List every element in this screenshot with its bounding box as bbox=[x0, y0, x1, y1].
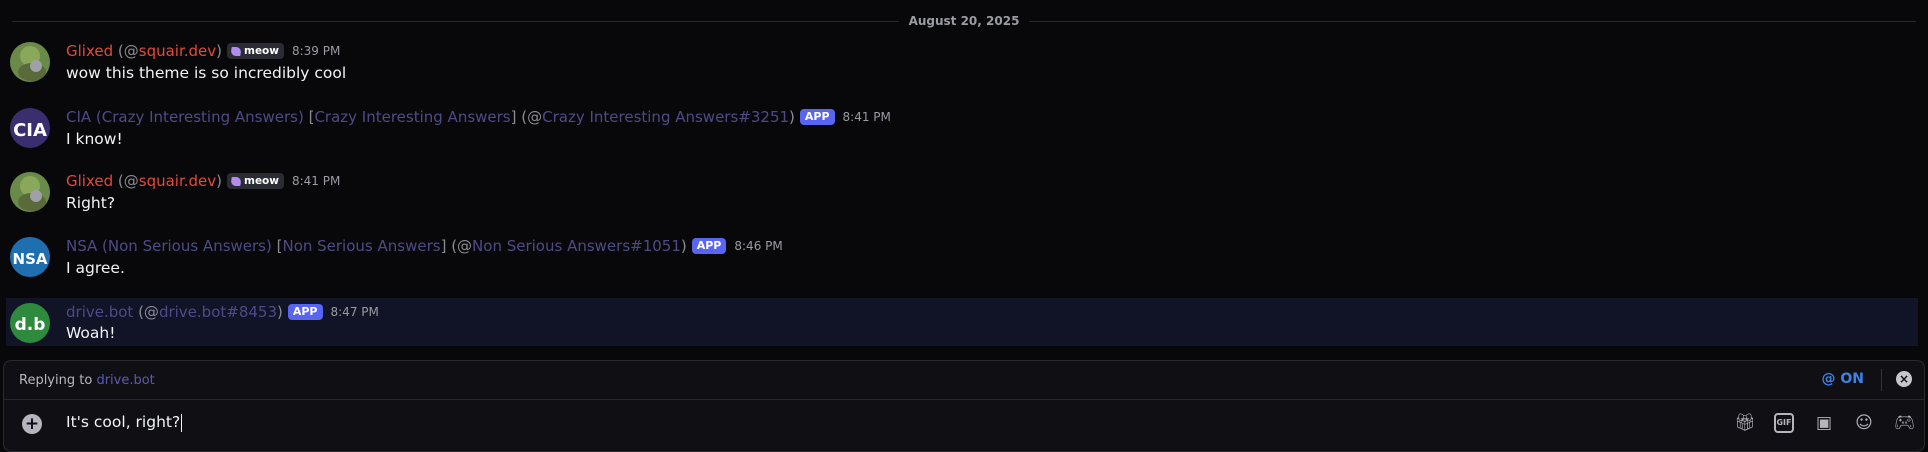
bot-server-name[interactable]: Crazy Interesting Answers bbox=[314, 108, 510, 126]
message-composer: Replying to drive.bot @ ON × + It's cool… bbox=[3, 360, 1925, 452]
handle-close: ) bbox=[216, 172, 222, 190]
username[interactable]: Glixed bbox=[66, 42, 113, 60]
mention-toggle[interactable]: @ ON bbox=[1822, 371, 1865, 387]
message[interactable]: Glixed (@ squair.dev) meow 8:41 PM Right? bbox=[0, 162, 1928, 224]
message-header: NSA (Non Serious Answers) [Non Serious A… bbox=[66, 237, 783, 255]
avatar-initials: NSA bbox=[13, 250, 48, 268]
avatar-initials: d.b bbox=[15, 315, 46, 335]
bot-display-name[interactable]: CIA (Crazy Interesting Answers) bbox=[66, 108, 304, 126]
handle-close: ) bbox=[680, 237, 687, 255]
avatar[interactable]: CIA bbox=[10, 108, 50, 148]
avatar[interactable] bbox=[10, 42, 50, 82]
app-badge: APP bbox=[691, 238, 727, 254]
handle-open: (@ bbox=[133, 303, 159, 321]
sticker-icon[interactable]: ▣ bbox=[1814, 413, 1834, 433]
date-divider: August 20, 2025 bbox=[0, 14, 1928, 28]
separator bbox=[1881, 369, 1882, 391]
handle-close: ) bbox=[216, 42, 222, 60]
clan-tag[interactable]: meow bbox=[227, 173, 284, 189]
message-text: wow this theme is so incredibly cool bbox=[66, 64, 347, 82]
message-text: Woah! bbox=[66, 324, 116, 342]
composer-buttons: 🎁︎ GIF ▣ ☺ 🎮︎ bbox=[1734, 413, 1916, 433]
message-header: drive.bot (@ drive.bot#8453) APP 8:47 PM bbox=[66, 303, 379, 321]
message-text: I agree. bbox=[66, 259, 125, 277]
close-reply-icon[interactable]: × bbox=[1896, 371, 1912, 387]
clan-tag[interactable]: meow bbox=[227, 43, 284, 59]
timestamp[interactable]: 8:39 PM bbox=[292, 44, 340, 58]
emoji-icon[interactable]: ☺ bbox=[1854, 413, 1874, 433]
reply-label: Replying to drive.bot bbox=[19, 373, 155, 388]
handle[interactable]: drive.bot#8453 bbox=[159, 303, 277, 321]
app-badge: APP bbox=[799, 109, 835, 125]
message-input[interactable]: It's cool, right? bbox=[66, 413, 183, 432]
handle[interactable]: squair.dev bbox=[139, 172, 216, 190]
gif-icon[interactable]: GIF bbox=[1774, 413, 1794, 433]
handle-open: (@ bbox=[113, 42, 139, 60]
bot-display-name[interactable]: drive.bot bbox=[66, 303, 133, 321]
clan-tag-label: meow bbox=[244, 45, 279, 57]
message[interactable]: Glixed (@ squair.dev) meow 8:39 PM wow th… bbox=[0, 32, 1928, 94]
message-header: Glixed (@ squair.dev) meow 8:39 PM bbox=[66, 42, 340, 60]
avatar[interactable]: d.b bbox=[10, 303, 50, 343]
handle[interactable]: squair.dev bbox=[139, 42, 216, 60]
handle-close: ) bbox=[789, 108, 795, 126]
message[interactable]: CIA CIA (Crazy Interesting Answers) [Cra… bbox=[0, 98, 1928, 160]
handle-open: (@ bbox=[113, 172, 139, 190]
timestamp[interactable]: 8:41 PM bbox=[292, 174, 340, 188]
handle-open: (@ bbox=[446, 237, 473, 255]
gift-icon[interactable]: 🎁︎ bbox=[1734, 413, 1756, 433]
avatar-initials: CIA bbox=[13, 120, 47, 141]
message-text: Right? bbox=[66, 194, 116, 212]
timestamp[interactable]: 8:41 PM bbox=[843, 110, 891, 124]
replying-to-name[interactable]: drive.bot bbox=[96, 373, 154, 388]
bot-server-name[interactable]: Non Serious Answers bbox=[282, 237, 440, 255]
avatar[interactable]: NSA bbox=[10, 237, 50, 277]
message-input-value: It's cool, right? bbox=[66, 413, 181, 431]
date-label: August 20, 2025 bbox=[898, 14, 1030, 28]
message[interactable]: NSA NSA (Non Serious Answers) [Non Serio… bbox=[0, 227, 1928, 289]
app-badge: APP bbox=[287, 304, 323, 320]
add-attachment-icon[interactable]: + bbox=[22, 414, 42, 434]
leaf-icon bbox=[230, 46, 242, 56]
handle[interactable]: Crazy Interesting Answers#3251 bbox=[542, 108, 789, 126]
game-controller-icon[interactable]: 🎮︎ bbox=[1894, 413, 1916, 433]
message-text: I know! bbox=[66, 130, 123, 148]
timestamp[interactable]: 8:46 PM bbox=[734, 239, 782, 253]
handle-close: ) bbox=[277, 303, 283, 321]
bracket-open: [ bbox=[303, 108, 315, 126]
username[interactable]: Glixed bbox=[66, 172, 113, 190]
handle[interactable]: Non Serious Answers#1051 bbox=[472, 237, 681, 255]
replying-prefix: Replying to bbox=[19, 373, 93, 388]
reply-bar: Replying to drive.bot @ ON × bbox=[4, 361, 1924, 400]
avatar[interactable] bbox=[10, 172, 50, 212]
message-header: CIA (Crazy Interesting Answers) [Crazy I… bbox=[66, 108, 891, 126]
bracket-open: [ bbox=[271, 237, 283, 255]
leaf-icon bbox=[230, 176, 242, 186]
timestamp[interactable]: 8:47 PM bbox=[331, 305, 379, 319]
message-highlighted[interactable]: d.b drive.bot (@ drive.bot#8453) APP 8:47… bbox=[6, 298, 1918, 346]
bot-display-name[interactable]: NSA (Non Serious Answers) bbox=[66, 237, 272, 255]
handle-open: (@ bbox=[516, 108, 543, 126]
clan-tag-label: meow bbox=[244, 175, 279, 187]
message-header: Glixed (@ squair.dev) meow 8:41 PM bbox=[66, 172, 340, 190]
text-caret bbox=[181, 413, 183, 432]
